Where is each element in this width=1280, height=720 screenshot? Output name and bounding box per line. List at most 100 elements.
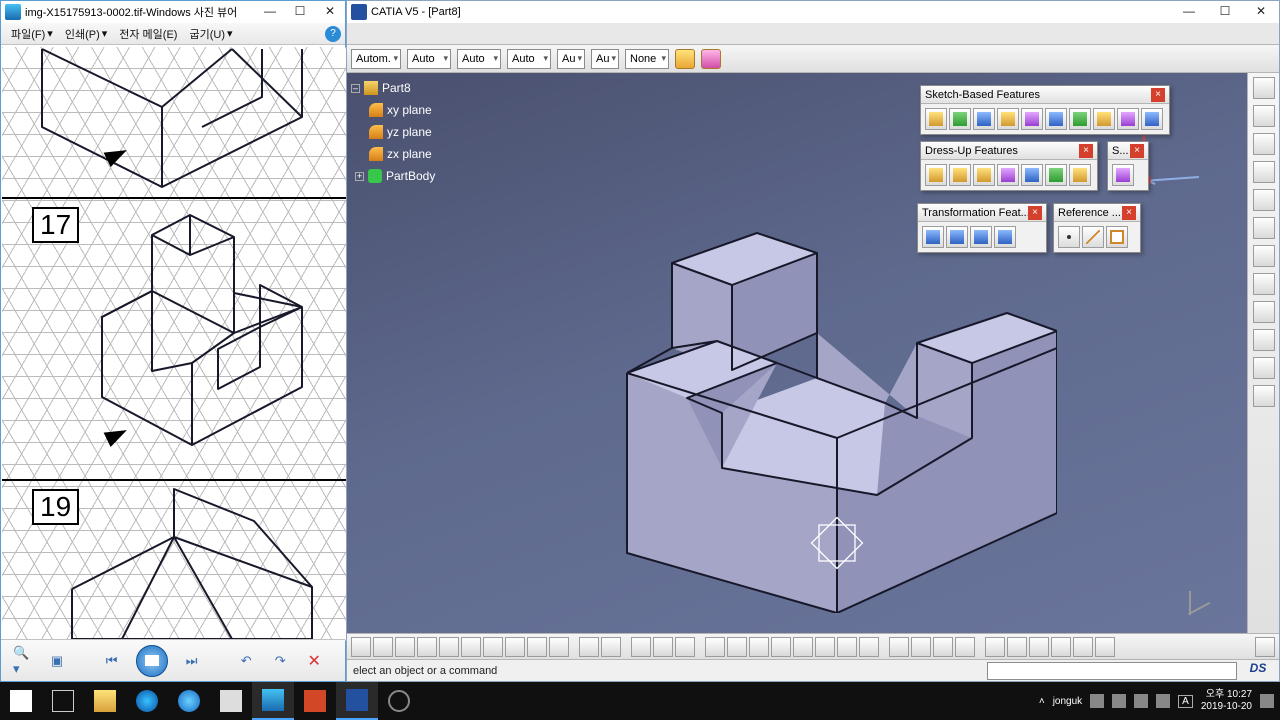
onedrive-icon[interactable] — [1112, 694, 1126, 708]
cut-button[interactable] — [439, 637, 459, 657]
tree-expand-icon[interactable]: – — [351, 84, 360, 93]
edge-button[interactable] — [126, 682, 168, 720]
hidden-button[interactable] — [933, 637, 953, 657]
point-button[interactable] — [1058, 226, 1080, 248]
iso-button[interactable] — [859, 637, 879, 657]
wand-icon[interactable] — [701, 49, 721, 69]
scale-button[interactable] — [994, 226, 1016, 248]
text-button[interactable] — [1253, 329, 1275, 351]
save-button[interactable] — [395, 637, 415, 657]
rib-button[interactable] — [1045, 108, 1067, 130]
measure-button[interactable] — [1253, 161, 1275, 183]
dim-button[interactable] — [1253, 357, 1275, 379]
catia-viewport[interactable]: –Part8 xy plane yz plane zx plane +PartB… — [347, 73, 1247, 633]
combo-auto-2[interactable]: Auto — [407, 49, 451, 69]
extra2-button[interactable] — [1095, 637, 1115, 657]
panel-close-icon[interactable]: × — [1079, 144, 1093, 158]
multi-button[interactable] — [1117, 108, 1139, 130]
light-button[interactable] — [1051, 637, 1071, 657]
tree-yz[interactable]: yz plane — [387, 125, 432, 139]
snap-button[interactable] — [1253, 301, 1275, 323]
redo-button[interactable] — [527, 637, 547, 657]
catia-menubar[interactable] — [347, 23, 1279, 45]
groove-button[interactable] — [997, 108, 1019, 130]
catia-maximize-button[interactable]: ☐ — [1207, 2, 1243, 22]
tree-body[interactable]: PartBody — [386, 169, 435, 183]
delete-button[interactable]: ✕ — [304, 651, 324, 671]
layers-button[interactable] — [1253, 273, 1275, 295]
catia-close-button[interactable]: ✕ — [1243, 2, 1279, 22]
command-input[interactable] — [987, 662, 1237, 680]
start-button[interactable] — [0, 682, 42, 720]
combo-auto-5[interactable]: Au — [557, 49, 585, 69]
fillet-button[interactable] — [925, 164, 947, 186]
pocket-button[interactable] — [949, 108, 971, 130]
remove-button[interactable] — [1069, 164, 1091, 186]
close-button[interactable]: ✕ — [315, 2, 345, 22]
photoviewer-task[interactable] — [252, 682, 294, 720]
sketch-button[interactable] — [1253, 105, 1275, 127]
stiffener-button[interactable] — [1093, 108, 1115, 130]
translate-button[interactable] — [922, 226, 944, 248]
shade-button[interactable] — [889, 637, 909, 657]
paint-icon[interactable] — [675, 49, 695, 69]
tray-expand-icon[interactable]: ˄ — [1039, 696, 1045, 707]
loft-button[interactable] — [1141, 108, 1163, 130]
explorer-button[interactable] — [84, 682, 126, 720]
flag-button[interactable] — [1255, 637, 1275, 657]
next-button[interactable]: ⏭ — [182, 651, 202, 671]
custom-button[interactable] — [955, 637, 975, 657]
panel-close-icon[interactable]: × — [1122, 206, 1136, 220]
menu-file[interactable]: 파일(F) ▾ — [5, 26, 59, 42]
rotate-button[interactable] — [749, 637, 769, 657]
new-button[interactable] — [351, 637, 371, 657]
axis-triad-icon[interactable] — [1189, 577, 1227, 615]
print-button[interactable] — [417, 637, 437, 657]
wire-button[interactable] — [911, 637, 931, 657]
fx-button[interactable] — [579, 637, 599, 657]
panel-close-icon[interactable]: × — [1130, 144, 1144, 158]
props-button[interactable] — [1029, 637, 1049, 657]
tree-zx[interactable]: zx plane — [387, 147, 432, 161]
network-icon[interactable] — [1134, 694, 1148, 708]
normal-button[interactable] — [815, 637, 835, 657]
prev-button[interactable]: ⏮ — [102, 651, 122, 671]
pan-button[interactable] — [727, 637, 747, 657]
paint-button[interactable] — [1253, 385, 1275, 407]
draft-button[interactable] — [973, 164, 995, 186]
tree-button[interactable] — [675, 637, 695, 657]
swap-button[interactable] — [1007, 637, 1027, 657]
tree-root[interactable]: Part8 — [382, 81, 411, 95]
extra1-button[interactable] — [1073, 637, 1093, 657]
fit-button[interactable] — [705, 637, 725, 657]
copy-button[interactable] — [461, 637, 481, 657]
bluetooth-icon[interactable] — [1090, 694, 1104, 708]
menu-print[interactable]: 인쇄(P) ▾ — [59, 26, 113, 42]
hole-button[interactable] — [1021, 108, 1043, 130]
taskview-button[interactable] — [42, 682, 84, 720]
catia-minimize-button[interactable]: — — [1171, 2, 1207, 22]
catia-task[interactable] — [336, 682, 378, 720]
shell-button[interactable] — [997, 164, 1019, 186]
split-button[interactable] — [1112, 164, 1134, 186]
paste-button[interactable] — [483, 637, 503, 657]
tree-xy[interactable]: xy plane — [387, 103, 432, 117]
combo-none[interactable]: None — [625, 49, 669, 69]
menu-mail[interactable]: 전자 메일(E) — [113, 26, 183, 42]
thread-button[interactable] — [1045, 164, 1067, 186]
material-button[interactable] — [1253, 245, 1275, 267]
grid-button[interactable] — [631, 637, 651, 657]
chrome-task[interactable] — [378, 682, 420, 720]
fit-button[interactable]: ▣ — [47, 651, 67, 671]
clock[interactable]: 오후 10:27 2019-10-20 — [1201, 689, 1252, 713]
combo-auto-4[interactable]: Auto — [507, 49, 551, 69]
help-icon[interactable]: ? — [325, 26, 341, 42]
notifications-icon[interactable] — [1260, 694, 1274, 708]
multiview-button[interactable] — [837, 637, 857, 657]
slot-button[interactable] — [1069, 108, 1091, 130]
shaft-button[interactable] — [973, 108, 995, 130]
hide-button[interactable] — [985, 637, 1005, 657]
rotate-left-button[interactable]: ↶ — [236, 651, 256, 671]
select-button[interactable] — [1253, 217, 1275, 239]
plane-button[interactable] — [1106, 226, 1128, 248]
